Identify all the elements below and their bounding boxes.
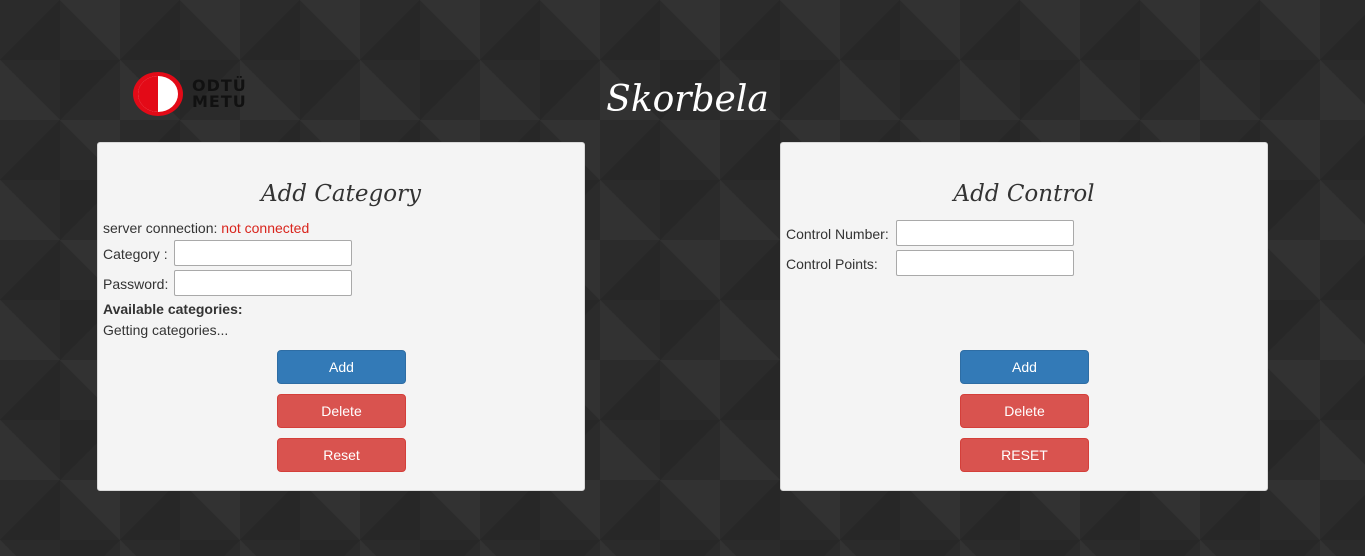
page-title: Skorbela	[606, 79, 769, 120]
server-connection-row: server connection: not connected	[103, 220, 309, 236]
metu-logo: ODTÜ METU	[132, 71, 252, 117]
reset-control-button[interactable]: RESET	[960, 438, 1089, 472]
add-category-title: Add Category	[260, 181, 422, 207]
metu-emblem-icon	[133, 72, 183, 116]
available-categories-label: Available categories:	[103, 301, 243, 317]
category-label: Category :	[103, 246, 168, 262]
server-connection-label: server connection:	[103, 220, 218, 236]
control-points-input[interactable]	[896, 250, 1074, 276]
add-category-panel: Add Category server connection: not conn…	[97, 142, 585, 491]
add-control-title: Add Control	[953, 181, 1095, 207]
password-input[interactable]	[174, 270, 352, 296]
logo-text: ODTÜ METU	[192, 78, 247, 110]
available-categories-status: Getting categories...	[103, 322, 229, 338]
category-input[interactable]	[174, 240, 352, 266]
password-label: Password:	[103, 276, 169, 292]
logo-line-metu: METU	[192, 92, 247, 111]
server-connection-status: not connected	[221, 220, 310, 236]
delete-category-button[interactable]: Delete	[277, 394, 406, 428]
add-category-button[interactable]: Add	[277, 350, 406, 384]
delete-control-button[interactable]: Delete	[960, 394, 1089, 428]
control-points-label: Control Points:	[786, 256, 878, 272]
reset-category-button[interactable]: Reset	[277, 438, 406, 472]
control-number-label: Control Number:	[786, 226, 889, 242]
add-control-panel: Add Control Control Number: Control Poin…	[780, 142, 1268, 491]
control-number-input[interactable]	[896, 220, 1074, 246]
add-control-button[interactable]: Add	[960, 350, 1089, 384]
